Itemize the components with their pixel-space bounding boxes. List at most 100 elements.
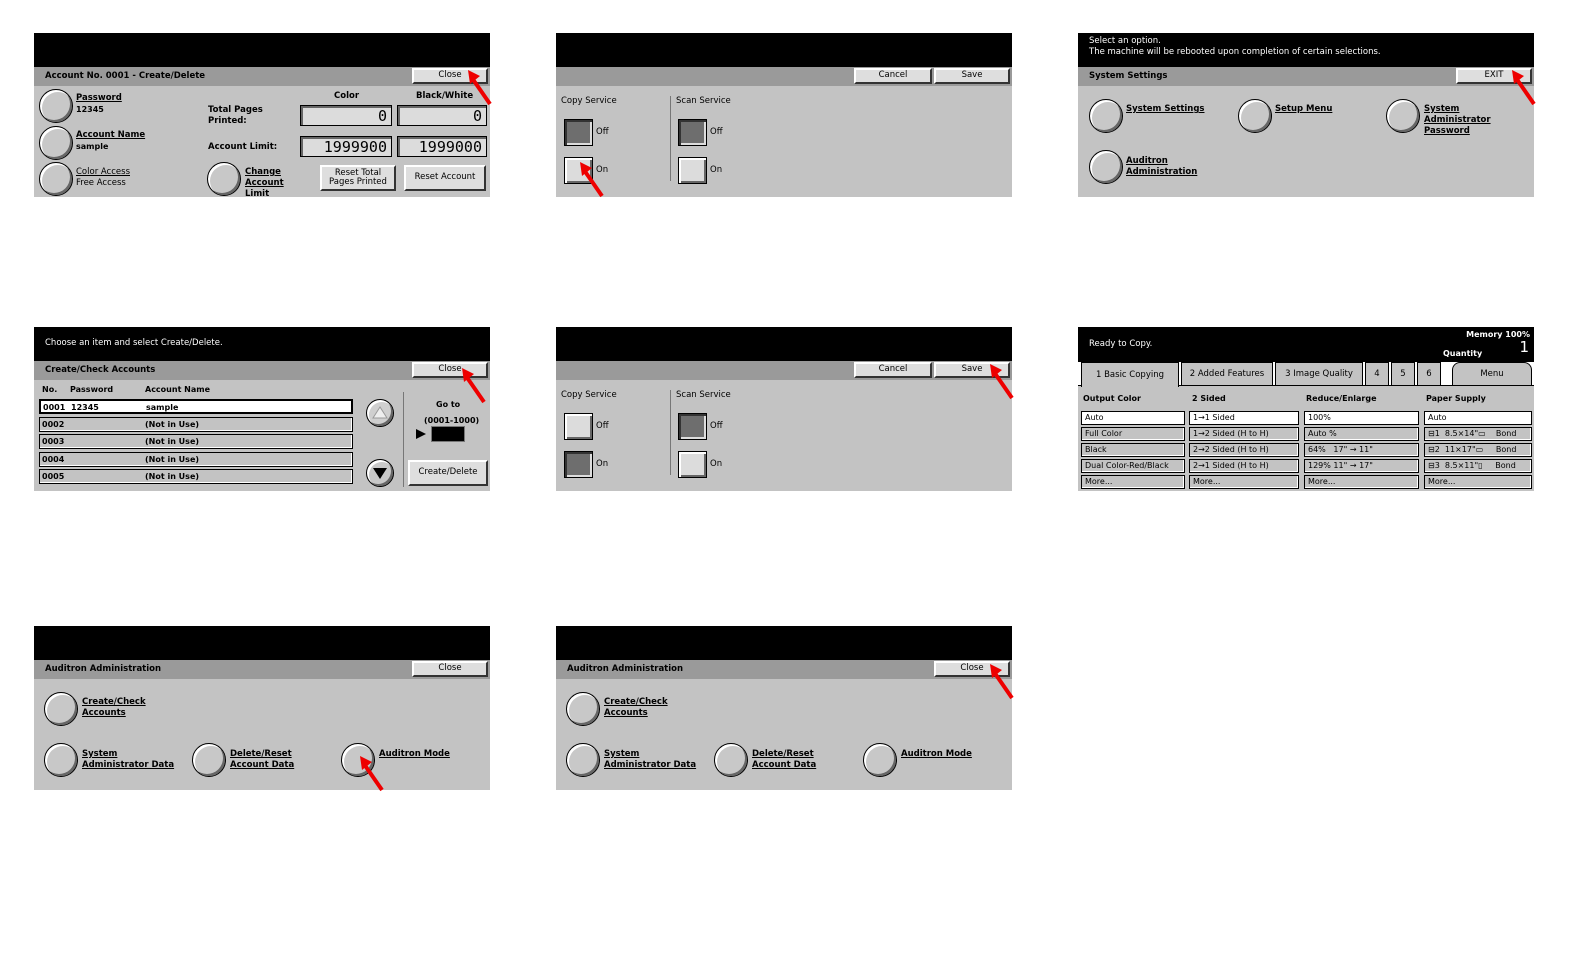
row-no: 0005 bbox=[42, 472, 65, 481]
copy-off-button[interactable] bbox=[564, 119, 593, 146]
create-check-label: Create/Check Accounts bbox=[604, 697, 668, 718]
auditron-admin-panel-b: Auditron Administration Close Create/Che… bbox=[556, 626, 1012, 790]
setup-menu-button[interactable] bbox=[1238, 99, 1272, 133]
output-option[interactable]: Full Color bbox=[1081, 427, 1185, 441]
row-account: (Not in Use) bbox=[145, 472, 200, 481]
status-text: Ready to Copy. bbox=[1089, 339, 1153, 349]
row-account: (Not in Use) bbox=[145, 455, 200, 464]
sys-admin-data-button[interactable] bbox=[566, 743, 600, 777]
password-button[interactable] bbox=[39, 89, 73, 123]
output-option[interactable]: Dual Color-Red/Black bbox=[1081, 459, 1185, 473]
copy-service-label: Copy Service bbox=[561, 96, 617, 106]
reset-total-button[interactable]: Reset Total Pages Printed bbox=[320, 165, 396, 191]
tab-basic-copying[interactable]: 1 Basic Copying bbox=[1081, 362, 1179, 387]
paper-option[interactable]: ⊟2 11×17"▭ Bond bbox=[1424, 443, 1532, 457]
scan-off-button[interactable] bbox=[678, 413, 707, 440]
scan-on-label: On bbox=[710, 459, 723, 469]
reduce-option[interactable]: Auto % bbox=[1304, 427, 1419, 441]
delete-reset-label: Delete/Reset Account Data bbox=[752, 749, 817, 770]
auditron-admin-panel-a: Auditron Administration Close Create/Che… bbox=[34, 626, 490, 790]
auditron-mode-button[interactable] bbox=[863, 743, 897, 777]
output-option[interactable]: Black bbox=[1081, 443, 1185, 457]
auditron-admin-label: Auditron Administration bbox=[1126, 156, 1198, 177]
close-button[interactable]: Close bbox=[412, 362, 488, 378]
account-name-button[interactable] bbox=[39, 126, 73, 160]
col-color-header: Color bbox=[334, 91, 360, 101]
cancel-button[interactable]: Cancel bbox=[854, 362, 932, 378]
copy-on-button[interactable] bbox=[564, 451, 593, 478]
menu-button[interactable]: Menu bbox=[1452, 362, 1532, 385]
tab-4[interactable]: 4 bbox=[1365, 362, 1389, 385]
paper-option[interactable]: Auto bbox=[1424, 411, 1532, 425]
auditron-mode-label: Auditron Mode bbox=[379, 749, 450, 759]
message-bar: Choose an item and select Create/Delete. bbox=[34, 327, 490, 361]
delete-reset-button[interactable] bbox=[714, 743, 748, 777]
goto-input[interactable] bbox=[431, 426, 465, 442]
copy-off-button[interactable] bbox=[564, 413, 593, 440]
output-more[interactable]: More... bbox=[1081, 475, 1185, 489]
scan-service-label: Scan Service bbox=[676, 96, 731, 106]
scroll-up-button[interactable] bbox=[366, 399, 394, 427]
paper-more[interactable]: More... bbox=[1424, 475, 1532, 489]
save-button[interactable]: Save bbox=[934, 68, 1010, 84]
copy-on-label: On bbox=[596, 165, 609, 175]
reduce-option[interactable]: 129% 11" → 17" bbox=[1304, 459, 1419, 473]
sys-admin-data-button[interactable] bbox=[44, 743, 78, 777]
password-value: 12345 bbox=[76, 105, 104, 114]
sided-more[interactable]: More... bbox=[1189, 475, 1299, 489]
scan-on-button[interactable] bbox=[678, 157, 707, 184]
scan-off-button[interactable] bbox=[678, 119, 707, 146]
reduce-more[interactable]: More... bbox=[1304, 475, 1419, 489]
output-option[interactable]: Auto bbox=[1081, 411, 1185, 425]
tab-5[interactable]: 5 bbox=[1391, 362, 1415, 385]
delete-reset-button[interactable] bbox=[192, 743, 226, 777]
create-check-button[interactable] bbox=[44, 692, 78, 726]
message-bar bbox=[556, 33, 1012, 67]
change-limit-label: Change Account Limit bbox=[245, 167, 284, 197]
tab-6[interactable]: 6 bbox=[1417, 362, 1441, 385]
table-row[interactable]: 0005 (Not in Use) bbox=[39, 469, 353, 484]
auditron-mode-label: Auditron Mode bbox=[901, 749, 972, 759]
divider bbox=[403, 392, 404, 487]
copy-on-button[interactable] bbox=[564, 157, 593, 184]
change-limit-button[interactable] bbox=[207, 162, 241, 196]
account-name-value: sample bbox=[76, 142, 109, 151]
close-button[interactable]: Close bbox=[934, 661, 1010, 677]
reset-account-button[interactable]: Reset Account bbox=[404, 165, 486, 191]
table-row[interactable]: 0002 (Not in Use) bbox=[39, 417, 353, 432]
auditron-mode-button[interactable] bbox=[341, 743, 375, 777]
tab-image-quality[interactable]: 3 Image Quality bbox=[1275, 362, 1363, 385]
table-row[interactable]: 0003 (Not in Use) bbox=[39, 434, 353, 449]
paper-option[interactable]: ⊟3 8.5×11"▯ Bond bbox=[1424, 459, 1532, 473]
scan-on-button[interactable] bbox=[678, 451, 707, 478]
create-check-button[interactable] bbox=[566, 692, 600, 726]
close-button[interactable]: Close bbox=[412, 661, 488, 677]
create-check-accounts-panel: Choose an item and select Create/Delete.… bbox=[34, 327, 490, 491]
reduce-option[interactable]: 100% bbox=[1304, 411, 1419, 425]
message-bar: Select an option. The machine will be re… bbox=[1078, 33, 1534, 67]
create-delete-button[interactable]: Create/Delete bbox=[408, 460, 488, 486]
system-settings-button[interactable] bbox=[1089, 99, 1123, 133]
sided-option[interactable]: 2→1 Sided (H to H) bbox=[1189, 459, 1299, 473]
system-settings-panel: Select an option. The machine will be re… bbox=[1078, 33, 1534, 197]
close-button[interactable]: Close bbox=[412, 68, 488, 84]
reduce-option[interactable]: 64% 17" → 11" bbox=[1304, 443, 1419, 457]
message-line-2: The machine will be rebooted upon comple… bbox=[1089, 47, 1381, 57]
sided-option[interactable]: 1→2 Sided (H to H) bbox=[1189, 427, 1299, 441]
sided-option[interactable]: 2→2 Sided (H to H) bbox=[1189, 443, 1299, 457]
save-button[interactable]: Save bbox=[934, 362, 1010, 378]
basic-copying-panel: Ready to Copy. Memory 100% Quantity 1 1 … bbox=[1078, 327, 1534, 491]
color-access-button[interactable] bbox=[39, 162, 73, 196]
exit-button[interactable]: EXIT bbox=[1456, 68, 1532, 84]
table-row[interactable]: 0004 (Not in Use) bbox=[39, 452, 353, 467]
table-row[interactable]: 0001 12345 sample bbox=[39, 399, 353, 414]
tab-added-features[interactable]: 2 Added Features bbox=[1181, 362, 1273, 385]
row-account: sample bbox=[146, 403, 179, 412]
cancel-button[interactable]: Cancel bbox=[854, 68, 932, 84]
account-limit-label: Account Limit: bbox=[208, 142, 278, 152]
sided-option[interactable]: 1→1 Sided bbox=[1189, 411, 1299, 425]
auditron-admin-button[interactable] bbox=[1089, 150, 1123, 184]
scroll-down-button[interactable] bbox=[366, 459, 394, 487]
paper-option[interactable]: ⊟1 8.5×14"▭ Bond bbox=[1424, 427, 1532, 441]
sys-admin-password-button[interactable] bbox=[1386, 99, 1420, 133]
